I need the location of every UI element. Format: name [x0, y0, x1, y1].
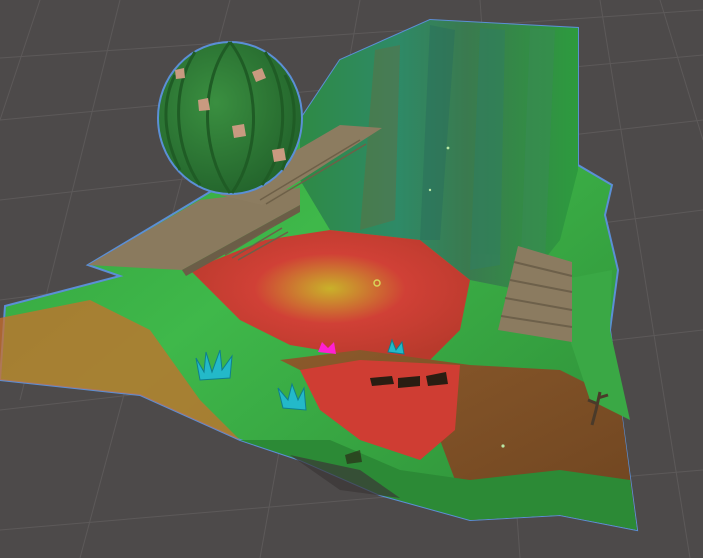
scene-viewport[interactable] — [0, 0, 703, 558]
cactus-ball[interactable] — [157, 41, 303, 195]
scene-canvas[interactable] — [0, 0, 703, 558]
